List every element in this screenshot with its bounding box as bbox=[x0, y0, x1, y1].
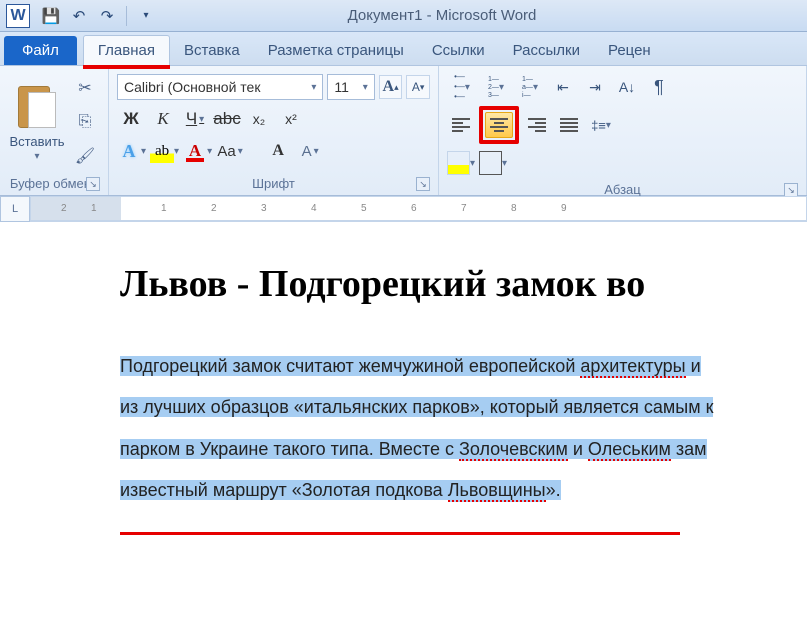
font-size-combo[interactable]: 11▾ bbox=[327, 74, 374, 100]
tab-home[interactable]: Главная bbox=[83, 35, 170, 65]
align-center-highlight bbox=[479, 106, 519, 144]
paste-icon bbox=[16, 82, 58, 132]
redo-icon[interactable]: ↷ bbox=[96, 5, 118, 27]
sort-button[interactable]: A↓ bbox=[613, 74, 641, 100]
grow-font-alt[interactable]: A bbox=[264, 138, 292, 164]
text-effects-button[interactable]: A▾ bbox=[117, 139, 146, 163]
superscript-button[interactable]: x² bbox=[277, 106, 305, 132]
ruler-row: L 2 1 1 2 3 4 5 6 7 8 9 bbox=[0, 196, 807, 222]
ribbon-tabs: Файл Главная Вставка Разметка страницы С… bbox=[0, 32, 807, 66]
increase-indent-button[interactable]: ⇥ bbox=[581, 74, 609, 100]
document-heading[interactable]: Львов - Подгорецкий замок во bbox=[120, 262, 777, 306]
font-name-combo[interactable]: Calibri (Основной тек▾ bbox=[117, 74, 323, 100]
document-area[interactable]: Львов - Подгорецкий замок во Подгорецкий… bbox=[0, 222, 807, 532]
tab-file[interactable]: Файл bbox=[4, 36, 77, 65]
save-icon[interactable]: 💾 bbox=[40, 5, 62, 27]
quick-access-toolbar: 💾 ↶ ↷ ▾ bbox=[40, 5, 157, 27]
font-launcher-icon[interactable]: ↘ bbox=[416, 177, 430, 191]
align-center-button[interactable] bbox=[485, 112, 513, 138]
italic-button[interactable]: К bbox=[149, 106, 177, 132]
copy-icon[interactable]: ⎘ bbox=[70, 109, 100, 135]
undo-icon[interactable]: ↶ bbox=[68, 5, 90, 27]
paste-button[interactable]: Вставить ▾ bbox=[6, 70, 68, 174]
align-left-button[interactable] bbox=[447, 112, 475, 138]
show-marks-button[interactable]: ¶ bbox=[645, 74, 673, 100]
group-clipboard: Вставить ▾ ✂ ⎘ 🖌 Буфер обмена ↘ bbox=[0, 66, 109, 195]
paragraph-launcher-icon[interactable]: ↘ bbox=[784, 183, 798, 197]
clear-formatting-button[interactable]: A▾ bbox=[296, 138, 324, 164]
strikethrough-button[interactable]: abc bbox=[213, 106, 241, 132]
tab-selector[interactable]: L bbox=[0, 196, 30, 222]
group-font: Calibri (Основной тек▾ 11▾ A▴ A▾ Ж К Ч▾ … bbox=[109, 66, 439, 195]
horizontal-ruler[interactable]: 2 1 1 2 3 4 5 6 7 8 9 bbox=[30, 196, 807, 221]
group-paragraph: •—•—•—▾ 1—2—3—▾ 1— a— i—▾ ⇤ ⇥ A↓ ¶ ‡≡▾ ▾… bbox=[439, 66, 807, 195]
subscript-button[interactable]: x₂ bbox=[245, 106, 273, 132]
qat-customize-icon[interactable]: ▾ bbox=[135, 5, 157, 27]
underline-button[interactable]: Ч▾ bbox=[181, 106, 209, 132]
multilevel-list-button[interactable]: 1— a— i—▾ bbox=[515, 74, 545, 100]
group-label-clipboard: Буфер обмена ↘ bbox=[6, 174, 102, 193]
tab-review[interactable]: Рецен bbox=[594, 36, 665, 65]
grow-font-button[interactable]: A▴ bbox=[379, 75, 403, 99]
bold-button[interactable]: Ж bbox=[117, 106, 145, 132]
ribbon: Вставить ▾ ✂ ⎘ 🖌 Буфер обмена ↘ Calibri … bbox=[0, 66, 807, 196]
tab-insert[interactable]: Вставка bbox=[170, 36, 254, 65]
borders-button[interactable]: ▾ bbox=[479, 150, 507, 176]
group-label-font: Шрифт ↘ bbox=[115, 174, 432, 193]
font-color-button[interactable]: A▾ bbox=[183, 139, 212, 163]
cut-icon[interactable]: ✂ bbox=[70, 75, 100, 101]
window-title: Документ1 - Microsoft Word bbox=[157, 7, 807, 24]
app-icon[interactable]: W bbox=[4, 2, 32, 30]
justify-button[interactable] bbox=[555, 112, 583, 138]
shrink-font-button[interactable]: A▾ bbox=[406, 75, 430, 99]
numbering-button[interactable]: 1—2—3—▾ bbox=[481, 74, 511, 100]
tab-mailings[interactable]: Рассылки bbox=[499, 36, 594, 65]
change-case-button[interactable]: Aa▾ bbox=[216, 138, 244, 164]
bullets-button[interactable]: •—•—•—▾ bbox=[447, 74, 477, 100]
decrease-indent-button[interactable]: ⇤ bbox=[549, 74, 577, 100]
line-spacing-button[interactable]: ‡≡▾ bbox=[587, 112, 615, 138]
align-right-button[interactable] bbox=[523, 112, 551, 138]
clipboard-launcher-icon[interactable]: ↘ bbox=[86, 177, 100, 191]
format-painter-icon[interactable]: 🖌 bbox=[70, 143, 100, 169]
tab-page-layout[interactable]: Разметка страницы bbox=[254, 36, 418, 65]
shading-button[interactable]: ▾ bbox=[447, 150, 475, 176]
title-bar: W 💾 ↶ ↷ ▾ Документ1 - Microsoft Word bbox=[0, 0, 807, 32]
tab-references[interactable]: Ссылки bbox=[418, 36, 499, 65]
annotation-underline bbox=[120, 532, 680, 535]
document-paragraph[interactable]: Подгорецкий замок считают жемчужиной евр… bbox=[120, 346, 777, 512]
highlight-button[interactable]: ab▾ bbox=[150, 139, 179, 163]
